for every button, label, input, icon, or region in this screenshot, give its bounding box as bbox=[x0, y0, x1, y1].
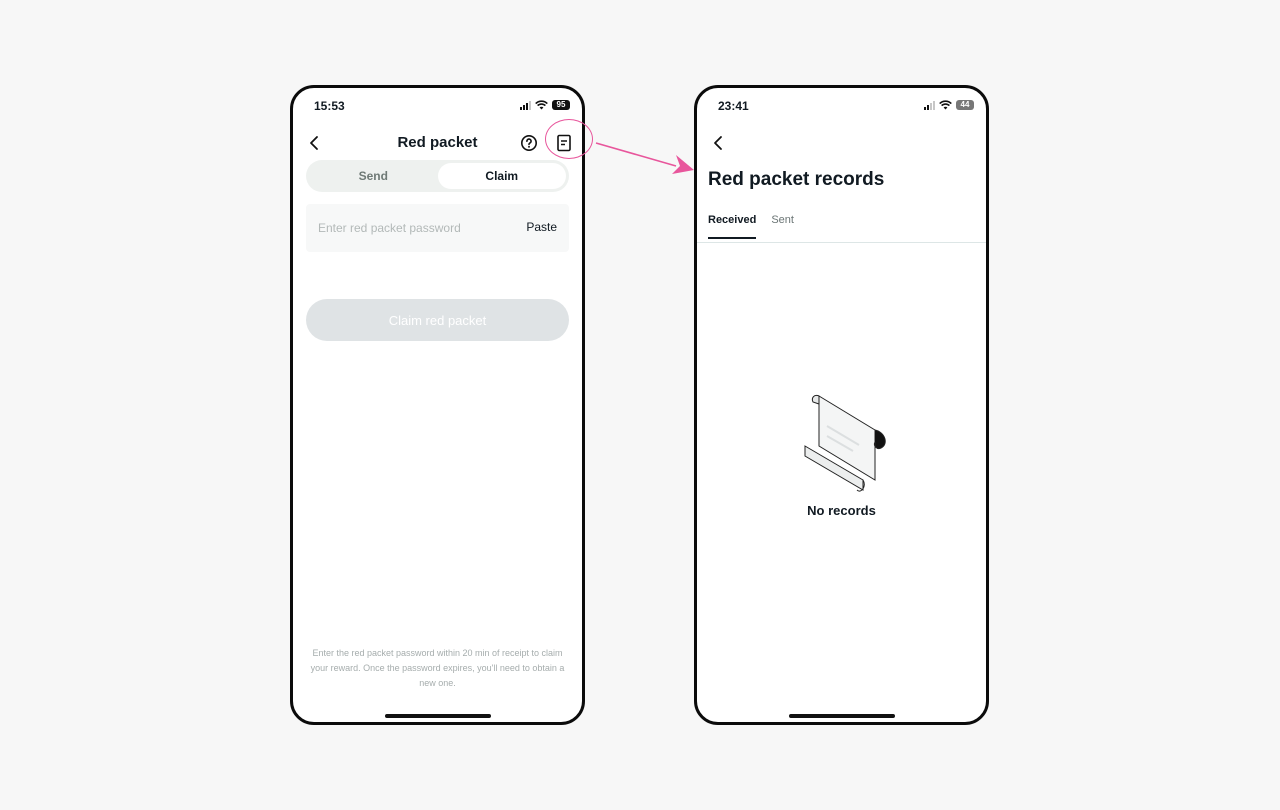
status-icons: 44 bbox=[924, 100, 974, 110]
tab-send[interactable]: Send bbox=[309, 163, 438, 189]
phone-red-packet-claim: 15:53 95 Red packet Send Claim Enter red… bbox=[290, 85, 585, 725]
phone-red-packet-records: 23:41 44 Red packet records Received Sen… bbox=[694, 85, 989, 725]
tab-claim[interactable]: Claim bbox=[437, 163, 566, 189]
password-input[interactable] bbox=[318, 204, 508, 252]
tabs-divider bbox=[697, 242, 986, 243]
claim-red-packet-button[interactable]: Claim red packet bbox=[306, 299, 569, 341]
battery-icon: 44 bbox=[956, 100, 974, 110]
help-icon[interactable] bbox=[519, 133, 539, 153]
paste-button[interactable]: Paste bbox=[526, 220, 557, 234]
back-arrow-icon[interactable] bbox=[709, 133, 729, 153]
status-time: 23:41 bbox=[718, 99, 749, 113]
nav-bar: Red packet bbox=[293, 128, 582, 158]
wifi-icon bbox=[939, 100, 952, 110]
annotation-arrow-icon bbox=[595, 142, 694, 174]
battery-icon: 95 bbox=[552, 100, 570, 110]
empty-state-text: No records bbox=[807, 503, 876, 518]
scroll-icon bbox=[804, 395, 886, 492]
status-bar: 23:41 44 bbox=[697, 96, 986, 114]
send-claim-toggle: Send Claim bbox=[306, 160, 569, 192]
signal-icon bbox=[924, 100, 935, 110]
status-time: 15:53 bbox=[314, 99, 345, 113]
nav-bar bbox=[697, 128, 986, 158]
page-title: Red packet records bbox=[708, 169, 885, 190]
status-icons: 95 bbox=[520, 100, 570, 110]
signal-icon bbox=[520, 100, 531, 110]
highlight-circle bbox=[545, 119, 593, 159]
tab-sent[interactable]: Sent bbox=[771, 214, 794, 239]
home-indicator[interactable] bbox=[384, 714, 491, 718]
tab-received[interactable]: Received bbox=[708, 214, 757, 239]
password-field: Paste bbox=[306, 204, 569, 252]
home-indicator[interactable] bbox=[788, 714, 895, 718]
wifi-icon bbox=[535, 100, 548, 110]
status-bar: 15:53 95 bbox=[293, 96, 582, 114]
password-hint-text: Enter the red packet password within 20 … bbox=[310, 648, 565, 688]
records-tabs: Received Sent bbox=[708, 214, 794, 239]
